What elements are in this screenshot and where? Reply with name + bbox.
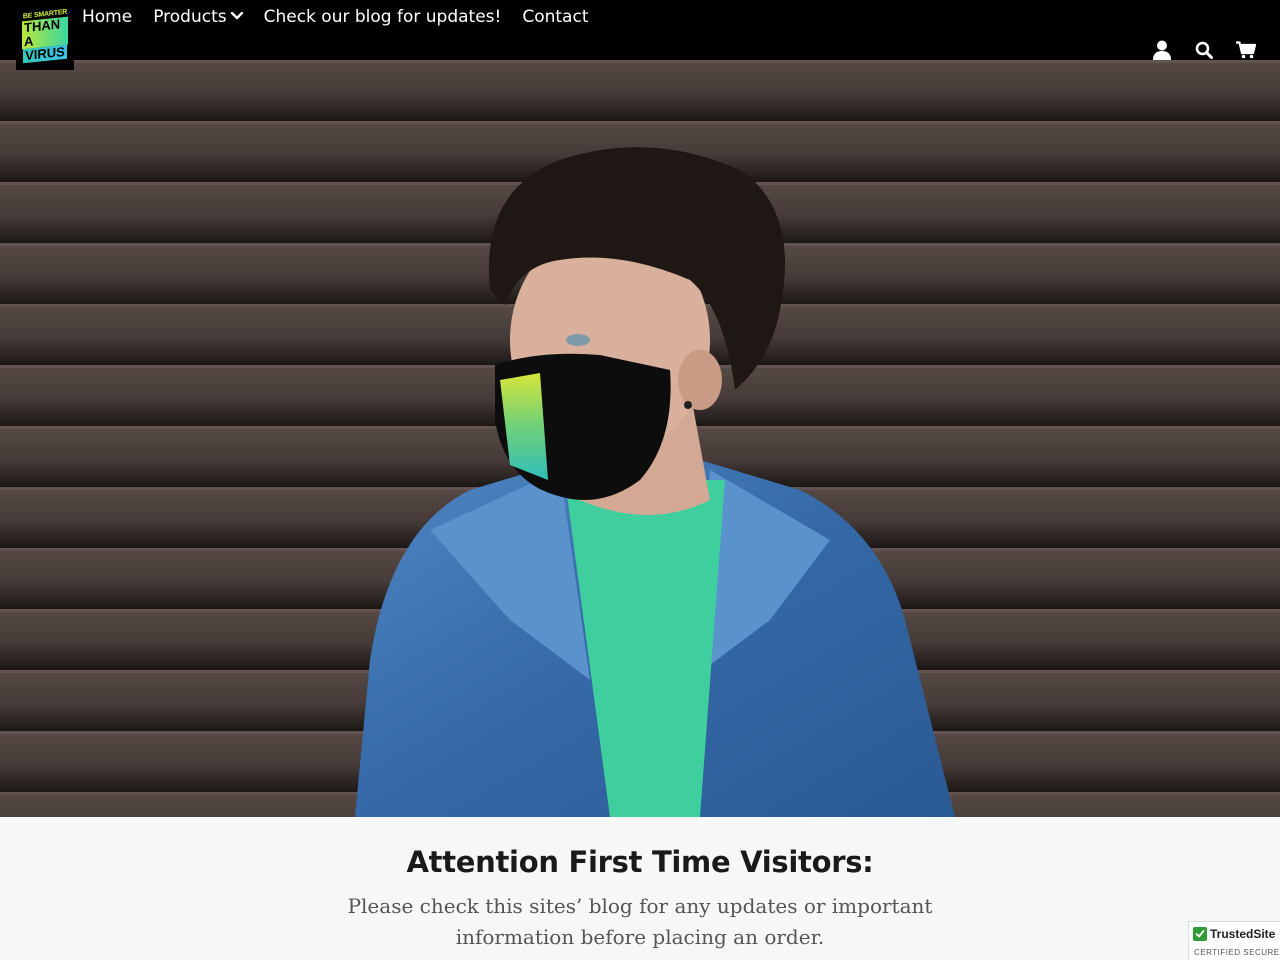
account-button[interactable] <box>1150 40 1174 64</box>
badge-top-row: TrustedSite <box>1193 927 1275 941</box>
hero-photo-illustration <box>0 60 1280 817</box>
chevron-down-icon <box>230 9 243 23</box>
badge-subtitle: CERTIFIED SECURE <box>1194 948 1280 957</box>
nav-blog-label: Check our blog for updates! <box>263 7 502 27</box>
trustedsite-badge[interactable]: TrustedSite CERTIFIED SECURE <box>1188 921 1280 960</box>
search-icon <box>1195 41 1213 64</box>
cart-button[interactable] <box>1234 40 1258 64</box>
nav-products-label: Products <box>153 7 227 27</box>
site-logo[interactable]: BE SMARTER THAN A VIRUS <box>16 0 74 70</box>
search-button[interactable] <box>1192 40 1216 64</box>
user-icon <box>1153 40 1171 65</box>
nav-contact[interactable]: Contact <box>522 7 588 27</box>
announcement-heading: Attention First Time Visitors: <box>406 845 874 879</box>
check-icon <box>1193 927 1207 941</box>
main-nav: Home Products Check our blog for updates… <box>82 5 588 29</box>
cart-icon <box>1236 40 1257 64</box>
announcement-section: Attention First Time Visitors: Please ch… <box>0 817 1280 960</box>
site-header: Home Products Check our blog for updates… <box>0 0 1280 60</box>
nav-home-label: Home <box>82 7 133 27</box>
announcement-body: Please check this sites’ blog for any up… <box>347 894 933 949</box>
nav-contact-label: Contact <box>522 7 589 27</box>
nav-blog[interactable]: Check our blog for updates! <box>264 7 502 27</box>
nav-home[interactable]: Home <box>82 7 132 27</box>
header-icons <box>1132 40 1258 64</box>
hero-image <box>0 60 1280 817</box>
badge-name: TrustedSite <box>1210 927 1276 941</box>
nav-products[interactable]: Products <box>153 7 243 27</box>
logo-line-3: VIRUS <box>23 43 67 63</box>
logo-mark: BE SMARTER THAN A VIRUS <box>22 2 68 69</box>
